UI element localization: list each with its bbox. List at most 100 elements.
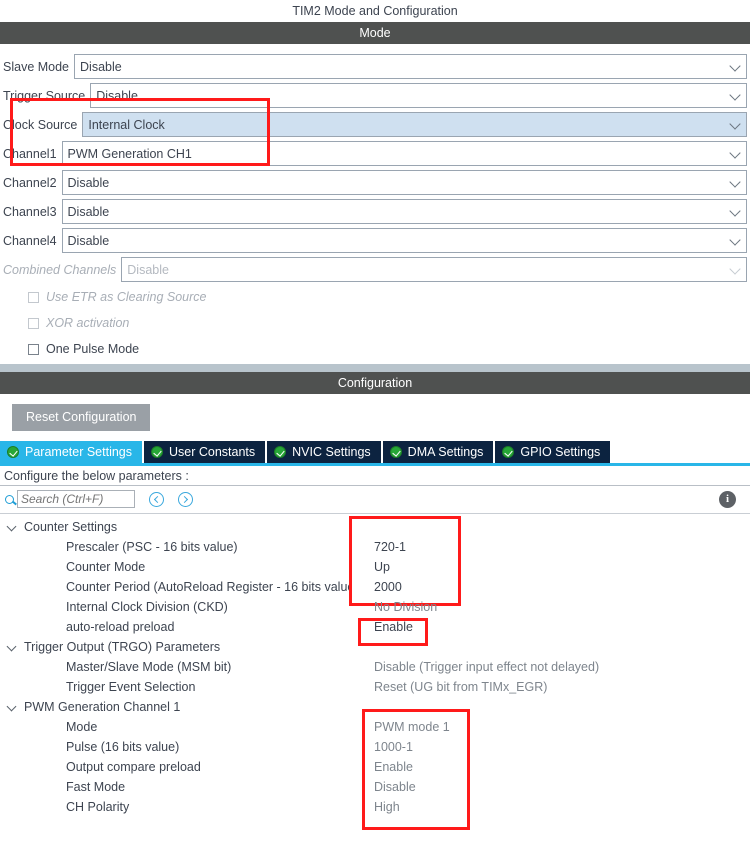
chevron-down-icon[interactable] — [8, 702, 17, 711]
checkbox-row-xor-activation: XOR activation — [28, 312, 750, 334]
green-check-icon — [7, 445, 19, 458]
param-name: Trigger Event Selection — [66, 679, 196, 694]
param-row[interactable]: Mode PWM mode 1 — [0, 717, 750, 737]
configure-hint: Configure the below parameters : — [0, 465, 750, 486]
green-check-icon — [151, 445, 163, 458]
param-value[interactable]: High — [374, 800, 400, 814]
tab-gpio-settings[interactable]: GPIO Settings — [495, 440, 611, 463]
param-row[interactable]: Counter Mode Up — [0, 557, 750, 577]
param-row[interactable]: Internal Clock Division (CKD) No Division — [0, 597, 750, 617]
param-value[interactable]: Up — [374, 560, 390, 574]
tab-parameter-settings[interactable]: Parameter Settings — [0, 440, 142, 463]
param-group-label: Trigger Output (TRGO) Parameters — [24, 639, 221, 654]
search-input[interactable] — [17, 490, 135, 508]
info-icon[interactable]: i — [719, 490, 736, 508]
dropdown-value: Disable — [127, 262, 169, 277]
tab-label: DMA Settings — [407, 444, 484, 459]
tab-label: Parameter Settings — [25, 444, 132, 459]
param-name: Mode — [66, 719, 98, 734]
mode-row-slave-mode: Slave Mode Disable — [3, 54, 747, 79]
param-row[interactable]: Prescaler (PSC - 16 bits value) 720-1 — [0, 537, 750, 557]
tab-dma-settings[interactable]: DMA Settings — [382, 440, 494, 463]
mode-rows: Slave Mode Disable Trigger Source Disable Cl… — [0, 54, 750, 282]
dropdown-value: Disable — [67, 233, 110, 248]
settings-tabbar: Parameter Settings User Constants NVIC Set… — [0, 440, 750, 463]
mode-label: Slave Mode — [3, 59, 70, 74]
tab-label: NVIC Settings — [292, 444, 371, 459]
checkbox-label: XOR activation — [46, 316, 130, 330]
param-value[interactable]: Disable (Trigger input effect not delaye… — [374, 660, 599, 674]
tab-user-constants[interactable]: User Constants — [144, 440, 266, 463]
param-row[interactable]: Master/Slave Mode (MSM bit) Disable (Trig… — [0, 657, 750, 677]
mode-row-trigger-source: Trigger Source Disable — [3, 83, 747, 108]
dropdown-trigger-source[interactable]: Disable — [90, 83, 747, 108]
dropdown-combined-channels: Disable — [121, 257, 747, 282]
param-group-label: PWM Generation Channel 1 — [24, 699, 181, 714]
chevron-down-icon — [729, 59, 741, 72]
chevron-left-circle-icon[interactable] — [149, 491, 164, 507]
param-row[interactable]: Fast Mode Disable — [0, 777, 750, 797]
chevron-down-icon — [729, 262, 741, 275]
dropdown-channel2[interactable]: Disable — [61, 170, 747, 195]
param-row[interactable]: Counter Period (AutoReload Register - 16… — [0, 577, 750, 597]
chevron-down-icon — [729, 175, 741, 188]
mode-label: Channel3 — [3, 204, 57, 219]
param-group-trigger-output-trgo-parameters[interactable]: Trigger Output (TRGO) Parameters — [0, 637, 750, 657]
search-row: i — [0, 486, 750, 514]
dropdown-clock-source[interactable]: Internal Clock — [82, 112, 747, 137]
mode-label: Trigger Source — [3, 88, 86, 103]
parameter-tree: Counter Settings Prescaler (PSC - 16 bits… — [0, 514, 750, 817]
chevron-right-circle-icon[interactable] — [178, 491, 193, 507]
param-row[interactable]: Trigger Event Selection Reset (UG bit fro… — [0, 677, 750, 697]
param-value[interactable]: No Division — [374, 600, 437, 614]
mode-label: Channel1 — [3, 146, 57, 161]
mode-row-clock-source: Clock Source Internal Clock — [3, 112, 747, 137]
param-value[interactable]: 720-1 — [374, 540, 406, 554]
mode-panel: Slave Mode Disable Trigger Source Disable Cl… — [0, 44, 750, 360]
dropdown-channel4[interactable]: Disable — [61, 228, 747, 253]
dropdown-value: Disable — [67, 175, 110, 190]
chevron-down-icon — [729, 204, 741, 217]
chevron-down-icon — [729, 88, 741, 101]
dropdown-value: Disable — [80, 59, 122, 74]
param-value[interactable]: Enable — [374, 760, 413, 774]
dropdown-slave-mode[interactable]: Disable — [74, 54, 747, 79]
param-row[interactable]: auto-reload preload Enable — [0, 617, 750, 637]
dropdown-channel3[interactable]: Disable — [61, 199, 747, 224]
tab-label: GPIO Settings — [520, 444, 601, 459]
checkbox-icon — [28, 291, 39, 303]
param-value[interactable]: 2000 — [374, 580, 402, 594]
chevron-down-icon — [729, 117, 741, 130]
param-value[interactable]: Disable — [374, 780, 416, 794]
param-value[interactable]: PWM mode 1 — [374, 720, 450, 734]
green-check-icon — [274, 445, 287, 458]
param-group-pwm-generation-channel-1[interactable]: PWM Generation Channel 1 — [0, 697, 750, 717]
dropdown-channel1[interactable]: PWM Generation CH1 — [61, 141, 747, 166]
mode-row-channel2: Channel2 Disable — [3, 170, 747, 195]
param-row[interactable]: CH Polarity High — [0, 797, 750, 817]
tab-nvic-settings[interactable]: NVIC Settings — [267, 440, 381, 463]
param-row[interactable]: Pulse (16 bits value) 1000-1 — [0, 737, 750, 757]
configuration-band-header: Configuration — [0, 372, 750, 394]
param-row[interactable]: Output compare preload Enable — [0, 757, 750, 777]
param-group-counter-settings[interactable]: Counter Settings — [0, 517, 750, 537]
param-name: Output compare preload — [66, 759, 201, 774]
param-value[interactable]: 1000-1 — [374, 740, 413, 754]
mode-row-combined-channels: Combined Channels Disable — [3, 257, 747, 282]
panel-separator — [0, 364, 750, 372]
chevron-down-icon[interactable] — [8, 522, 17, 531]
param-name: Counter Mode — [66, 559, 146, 574]
mode-label: Channel2 — [3, 175, 57, 190]
reset-configuration-button[interactable]: Reset Configuration — [12, 404, 151, 431]
checkbox-icon[interactable] — [28, 343, 39, 355]
page-title: TIM2 Mode and Configuration — [0, 0, 750, 22]
checkbox-icon — [28, 317, 39, 329]
tab-label: User Constants — [169, 444, 256, 459]
chevron-down-icon[interactable] — [8, 642, 17, 651]
tim2-configuration-window: TIM2 Mode and Configuration Mode Slave M… — [0, 0, 750, 857]
param-value[interactable]: Reset (UG bit from TIMx_EGR) — [374, 680, 547, 694]
checkbox-row-one-pulse-mode[interactable]: One Pulse Mode — [28, 338, 750, 360]
param-name: Counter Period (AutoReload Register - 16… — [66, 579, 362, 594]
green-check-icon — [389, 445, 402, 458]
param-value[interactable]: Enable — [374, 620, 413, 634]
